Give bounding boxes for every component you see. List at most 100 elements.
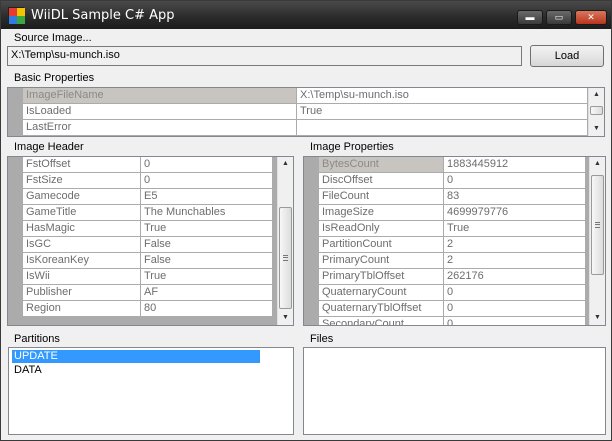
- property-name[interactable]: Publisher: [23, 285, 140, 300]
- list-item[interactable]: DATA: [12, 364, 42, 377]
- property-value[interactable]: 0: [444, 301, 585, 316]
- image-properties-grid[interactable]: BytesCount 1883445912 DiscOffset 0 FileCount…: [303, 156, 606, 326]
- source-image-label: Source Image...: [14, 32, 92, 44]
- scroll-up-icon[interactable]: ▲: [278, 157, 293, 171]
- property-name[interactable]: PrimaryTblOffset: [319, 269, 443, 284]
- property-value[interactable]: 1883445912: [444, 157, 585, 172]
- vertical-scrollbar[interactable]: ▲ ▼: [589, 157, 605, 325]
- grid-row[interactable]: IsGC False: [8, 237, 277, 253]
- grid-row[interactable]: IsKoreanKey False: [8, 253, 277, 269]
- grid-row[interactable]: BytesCount 1883445912: [304, 157, 589, 173]
- grid-row[interactable]: FstSize 0: [8, 173, 277, 189]
- property-name[interactable]: FileCount: [319, 189, 443, 204]
- grid-row[interactable]: Region 80: [8, 301, 277, 317]
- load-button[interactable]: Load: [530, 45, 604, 67]
- property-value[interactable]: False: [141, 237, 272, 252]
- grid-row[interactable]: QuaternaryCount 0: [304, 285, 589, 301]
- property-value[interactable]: 0: [444, 285, 585, 300]
- property-name[interactable]: IsReadOnly: [319, 221, 443, 236]
- row-gutter: [304, 285, 318, 301]
- scroll-down-icon[interactable]: ▼: [589, 122, 604, 136]
- grid-row[interactable]: PrimaryCount 2: [304, 253, 589, 269]
- grid-row[interactable]: HasMagic True: [8, 221, 277, 237]
- minimize-button[interactable]: ▬: [517, 10, 543, 25]
- vertical-scrollbar[interactable]: ▲ ▼: [277, 157, 293, 325]
- title-bar[interactable]: WiiDL Sample C# App ▬ ▭ ✕: [1, 1, 611, 29]
- property-name[interactable]: IsKoreanKey: [23, 253, 140, 268]
- property-value[interactable]: E5: [141, 189, 272, 204]
- property-name[interactable]: ImageFileName: [23, 88, 296, 103]
- source-path-field[interactable]: X:\Temp\su-munch.iso: [7, 46, 522, 66]
- property-value[interactable]: 4699979776: [444, 205, 585, 220]
- basic-properties-grid[interactable]: ImageFileName X:\Temp\su-munch.iso IsLoade…: [7, 87, 605, 137]
- property-value[interactable]: 2: [444, 253, 585, 268]
- property-value[interactable]: True: [141, 221, 272, 236]
- maximize-button[interactable]: ▭: [546, 10, 572, 25]
- property-name[interactable]: QuaternaryTblOffset: [319, 301, 443, 316]
- scroll-down-icon[interactable]: ▼: [590, 311, 605, 325]
- grid-row[interactable]: IsLoaded True: [8, 104, 588, 120]
- property-name[interactable]: DiscOffset: [319, 173, 443, 188]
- grid-row[interactable]: DiscOffset 0: [304, 173, 589, 189]
- property-name[interactable]: Gamecode: [23, 189, 140, 204]
- grid-row[interactable]: IsWii True: [8, 269, 277, 285]
- property-name[interactable]: IsLoaded: [23, 104, 296, 119]
- scroll-thumb[interactable]: [279, 207, 292, 309]
- property-value[interactable]: [297, 120, 587, 135]
- property-value[interactable]: False: [141, 253, 272, 268]
- property-name[interactable]: QuaternaryCount: [319, 285, 443, 300]
- property-value[interactable]: X:\Temp\su-munch.iso: [297, 88, 587, 103]
- property-name[interactable]: FstSize: [23, 173, 140, 188]
- property-name[interactable]: ImageSize: [319, 205, 443, 220]
- scroll-thumb[interactable]: [590, 106, 603, 115]
- property-value[interactable]: 0: [444, 173, 585, 188]
- image-header-grid[interactable]: FstOffset 0 FstSize 0 Gamecode E5 GameTitle The…: [7, 156, 294, 326]
- property-value[interactable]: True: [297, 104, 587, 119]
- scroll-up-icon[interactable]: ▲: [589, 88, 604, 102]
- close-button[interactable]: ✕: [575, 10, 607, 25]
- property-value[interactable]: True: [141, 269, 272, 284]
- grid-row[interactable]: ImageFileName X:\Temp\su-munch.iso: [8, 88, 588, 104]
- property-name[interactable]: FstOffset: [23, 157, 140, 172]
- files-list[interactable]: [303, 347, 606, 435]
- property-value[interactable]: 0: [444, 317, 585, 325]
- property-value[interactable]: 2: [444, 237, 585, 252]
- grid-row[interactable]: Gamecode E5: [8, 189, 277, 205]
- grid-row[interactable]: Publisher AF: [8, 285, 277, 301]
- grid-row[interactable]: GameTitle The Munchables: [8, 205, 277, 221]
- app-logo-icon: [8, 7, 25, 24]
- grid-row[interactable]: IsReadOnly True: [304, 221, 589, 237]
- scroll-thumb[interactable]: [591, 175, 604, 275]
- property-value[interactable]: 83: [444, 189, 585, 204]
- property-name[interactable]: SecondaryCount: [319, 317, 443, 325]
- grid-row[interactable]: SecondaryCount 0: [304, 317, 589, 325]
- property-name[interactable]: IsWii: [23, 269, 140, 284]
- property-name[interactable]: IsGC: [23, 237, 140, 252]
- grid-row[interactable]: LastError: [8, 120, 588, 136]
- property-name[interactable]: Region: [23, 301, 140, 316]
- property-value[interactable]: 0: [141, 157, 272, 172]
- grid-row[interactable]: ImageSize 4699979776: [304, 205, 589, 221]
- scroll-up-icon[interactable]: ▲: [590, 157, 605, 171]
- property-value[interactable]: 262176: [444, 269, 585, 284]
- grid-row[interactable]: FstOffset 0: [8, 157, 277, 173]
- property-name[interactable]: PrimaryCount: [319, 253, 443, 268]
- list-item[interactable]: UPDATE: [12, 350, 260, 363]
- property-value[interactable]: 80: [141, 301, 272, 316]
- property-name[interactable]: HasMagic: [23, 221, 140, 236]
- grid-row[interactable]: FileCount 83: [304, 189, 589, 205]
- property-name[interactable]: LastError: [23, 120, 296, 135]
- property-value[interactable]: The Munchables: [141, 205, 272, 220]
- property-value[interactable]: True: [444, 221, 585, 236]
- scroll-down-icon[interactable]: ▼: [278, 311, 293, 325]
- property-value[interactable]: 0: [141, 173, 272, 188]
- grid-row[interactable]: QuaternaryTblOffset 0: [304, 301, 589, 317]
- grid-row[interactable]: PrimaryTblOffset 262176: [304, 269, 589, 285]
- property-name[interactable]: BytesCount: [319, 157, 443, 172]
- property-value[interactable]: AF: [141, 285, 272, 300]
- partitions-list[interactable]: UPDATE DATA: [8, 347, 294, 435]
- property-name[interactable]: PartitionCount: [319, 237, 443, 252]
- grid-row[interactable]: PartitionCount 2: [304, 237, 589, 253]
- property-name[interactable]: GameTitle: [23, 205, 140, 220]
- vertical-scrollbar[interactable]: ▲ ▼: [588, 88, 604, 136]
